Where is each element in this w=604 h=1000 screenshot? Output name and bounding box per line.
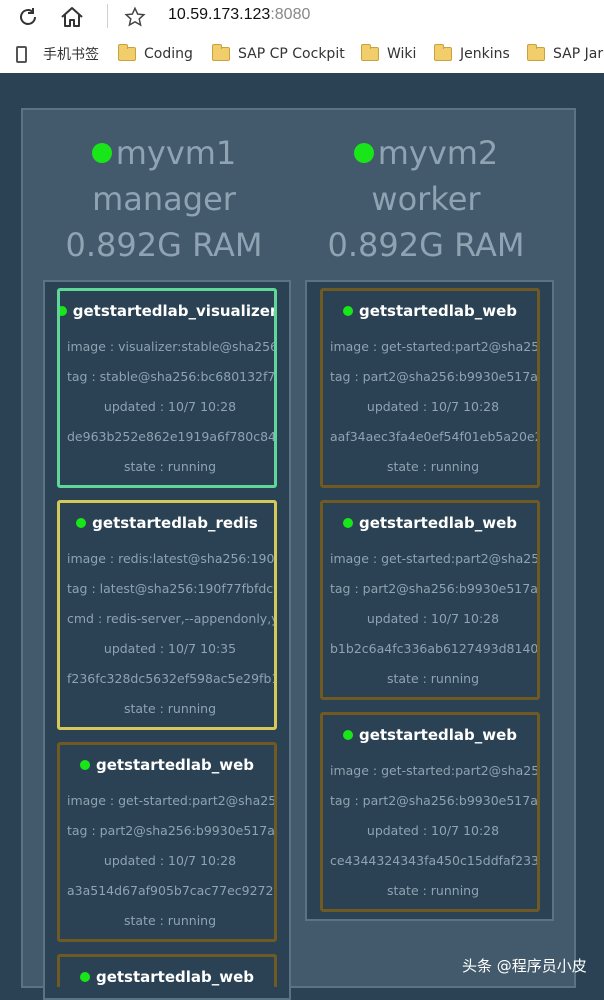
- task-updated: updated : 10/7 10:35: [103, 641, 237, 656]
- task-id: aaf34aec3fa4e0ef54f01eb5a20e2065: [330, 429, 537, 444]
- folder-icon: [527, 44, 545, 61]
- address-bar[interactable]: 10.59.173.123:8080: [168, 6, 310, 24]
- node-ram: 0.892G RAM: [65, 226, 263, 264]
- task-tag: tag : part2@sha256:b9930e517a86d: [330, 793, 540, 808]
- task-tag: tag : part2@sha256:b9930e517a86d: [330, 369, 540, 384]
- task-card[interactable]: getstartedlab_web image : get-started:pa…: [57, 742, 277, 942]
- task-image: image : get-started:part2@sha256:b9: [330, 763, 540, 778]
- reload-icon[interactable]: [14, 3, 42, 31]
- task-title: getstartedlab_redis: [92, 514, 258, 532]
- status-dot: [342, 306, 353, 316]
- task-card[interactable]: getstartedlab_web image : get-started:pa…: [320, 712, 540, 912]
- bookmark-sap-cp-cockpit[interactable]: SAP CP Cockpit: [212, 44, 345, 64]
- node-role: manager: [92, 180, 236, 218]
- watermark: 头条 @程序员小皮: [462, 957, 587, 975]
- task-card[interactable]: getstartedlab_web image : get-started:pa…: [320, 500, 540, 700]
- node-header-myvm2: myvm2 worker 0.892G RAM: [306, 130, 546, 268]
- folder-icon: [434, 44, 452, 61]
- task-title: getstartedlab_web: [95, 756, 255, 774]
- task-title: getstartedlab_visualizer: [72, 302, 277, 320]
- bookmark-wiki[interactable]: Wiki: [361, 44, 416, 64]
- task-updated: updated : 10/7 10:28: [366, 823, 500, 838]
- status-dot: [353, 143, 374, 163]
- task-id: de963b252e862e1919a6f780c8436f: [67, 429, 277, 444]
- task-tag: tag : stable@sha256:bc680132f772cb44d: [67, 369, 276, 384]
- folder-icon: [118, 44, 136, 61]
- status-dot: [91, 143, 112, 163]
- task-state: state : running: [386, 883, 480, 898]
- status-dot: [79, 972, 90, 982]
- node-role: worker: [371, 180, 481, 218]
- phone-icon: [16, 45, 27, 63]
- node-name: myvm1: [115, 134, 237, 172]
- url-host: 10.59.173.123: [168, 6, 271, 23]
- task-card[interactable]: getstartedlab_redis image : redis:latest…: [57, 500, 277, 730]
- task-id: a3a514d67af905b7cac77ec9272a37: [67, 883, 277, 898]
- task-state: state : running: [123, 701, 217, 716]
- folder-icon: [212, 44, 230, 61]
- task-tag: tag : part2@sha256:b9930e517a86d: [330, 581, 540, 596]
- toolbar-divider: [107, 4, 108, 28]
- node-ram: 0.892G RAM: [327, 226, 525, 264]
- url-port: :8080: [270, 6, 311, 23]
- task-state: state : running: [386, 671, 480, 686]
- status-dot: [60, 306, 67, 316]
- task-state: state : running: [386, 459, 480, 474]
- task-id: b1b2c6a4fc336ab6127493d814069d: [330, 641, 540, 656]
- browser-toolbar: 10.59.173.123:8080: [0, 0, 604, 34]
- home-icon[interactable]: [58, 3, 86, 31]
- task-state: state : running: [123, 459, 217, 474]
- task-state: state : running: [123, 913, 217, 928]
- task-title: getstartedlab_web: [358, 302, 518, 320]
- task-card[interactable]: getstartedlab_web image : get-started:pa…: [320, 288, 540, 488]
- status-dot: [342, 518, 353, 528]
- status-dot: [342, 730, 353, 740]
- task-title: getstartedlab_web: [95, 968, 255, 986]
- task-cmd: cmd : redis-server,--appendonly,yes: [67, 611, 277, 626]
- task-updated: updated : 10/7 10:28: [366, 611, 500, 626]
- status-dot: [76, 518, 87, 528]
- task-image: image : get-started:part2@sha256:b9: [330, 339, 540, 354]
- task-updated: updated : 10/7 10:28: [366, 399, 500, 414]
- task-title: getstartedlab_web: [358, 726, 518, 744]
- node-name: myvm2: [377, 134, 499, 172]
- bookmark-jenkins[interactable]: Jenkins: [434, 44, 510, 64]
- task-image: image : get-started:part2@sha256:b9: [67, 793, 277, 808]
- task-image: image : visualizer:stable@sha256:bc68013…: [67, 339, 274, 354]
- star-icon[interactable]: [121, 3, 149, 31]
- task-tag: tag : part2@sha256:b9930e517a86d: [67, 823, 277, 838]
- browser-chrome: 10.59.173.123:8080 手机书签 Coding SAP CP Co…: [0, 0, 604, 73]
- bookmarks-bar: 手机书签 Coding SAP CP Cockpit Wiki Jenkins …: [0, 38, 604, 70]
- folder-icon: [361, 44, 379, 61]
- task-title: getstartedlab_web: [358, 514, 518, 532]
- task-image: image : redis:latest@sha256:190f77fbfdc0…: [67, 551, 277, 566]
- bookmark-sap-jar[interactable]: SAP Jar: [527, 44, 603, 64]
- task-tag: tag : latest@sha256:190f77fbfdc05c: [67, 581, 277, 596]
- bookmark-mobile[interactable]: 手机书签: [16, 44, 99, 64]
- task-card[interactable]: getstartedlab_visualizer image : visuali…: [57, 288, 277, 488]
- task-updated: updated : 10/7 10:28: [103, 853, 237, 868]
- task-id: ce4344324343fa450c15ddfaf233419: [330, 853, 540, 868]
- status-dot: [79, 760, 90, 770]
- node-header-myvm1: myvm1 manager 0.892G RAM: [44, 130, 284, 268]
- task-updated: updated : 10/7 10:28: [103, 399, 237, 414]
- task-card[interactable]: getstartedlab_web: [57, 954, 277, 987]
- task-id: f236fc328dc5632ef598ac5e29fb156: [67, 671, 277, 686]
- task-image: image : get-started:part2@sha256:b9: [330, 551, 540, 566]
- bookmark-coding[interactable]: Coding: [118, 44, 193, 64]
